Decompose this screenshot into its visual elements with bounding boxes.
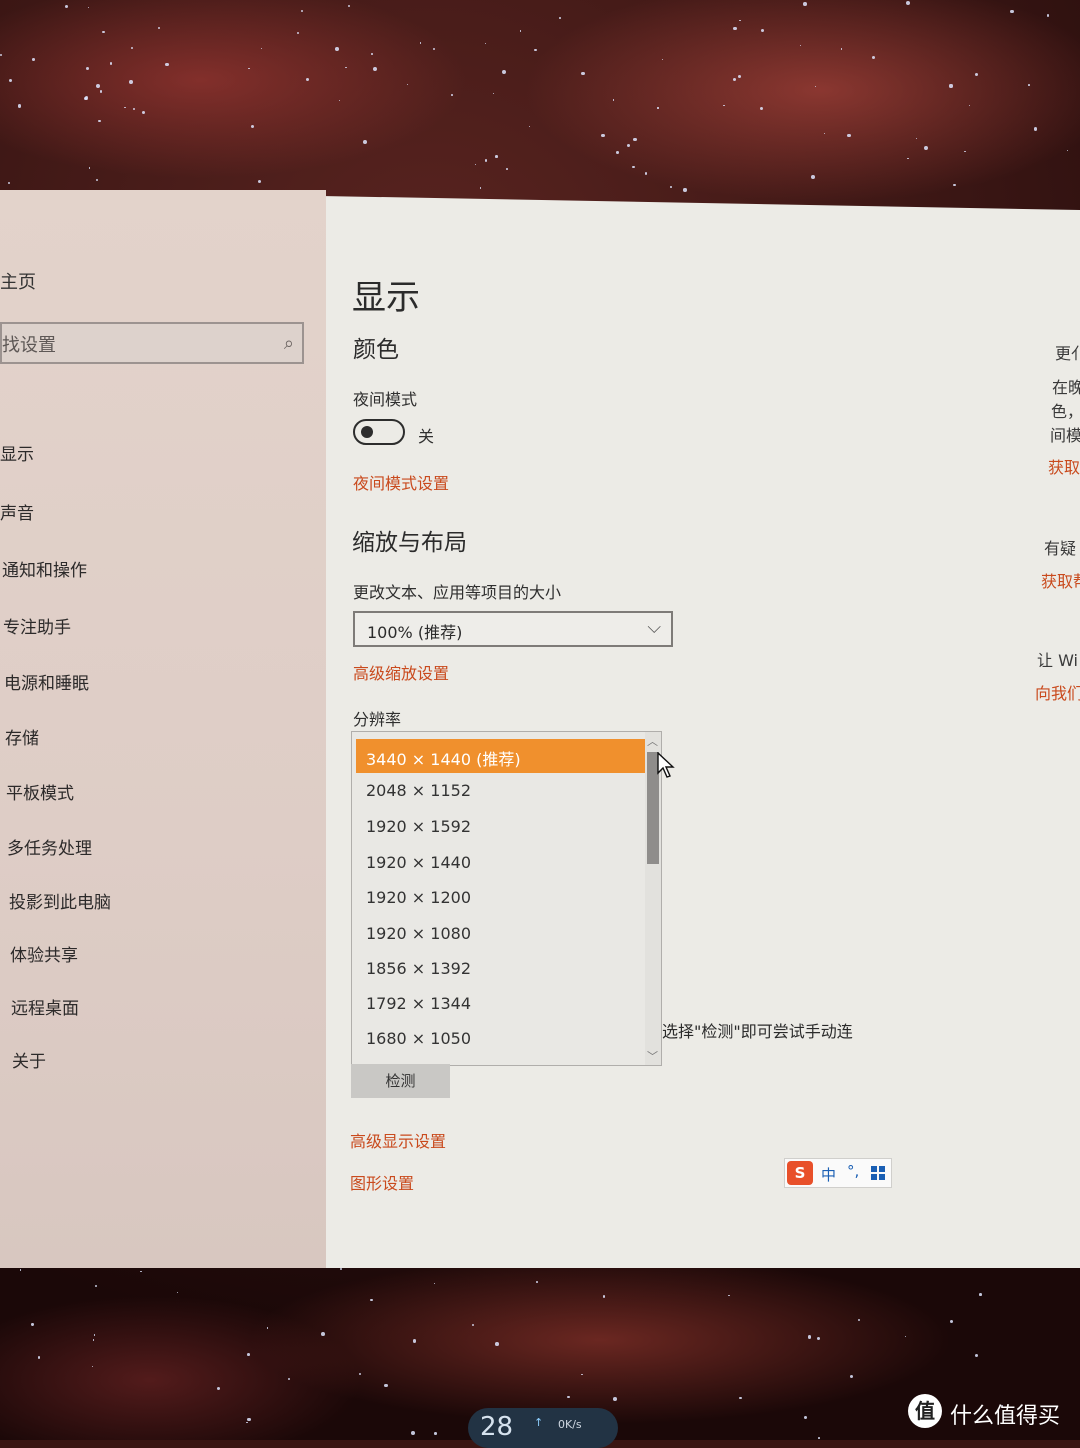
color-heading: 颜色 xyxy=(353,337,399,363)
sogou-logo-icon: S xyxy=(787,1161,813,1185)
sidebar-item-about[interactable]: 关于 xyxy=(12,1047,46,1072)
sidebar-item-multitasking[interactable]: 多任务处理 xyxy=(7,834,92,859)
watermark-text: 什么值得买 xyxy=(950,1404,1061,1429)
scale-select[interactable]: 100% (推荐) ⌵ xyxy=(353,611,673,647)
system-monitor-widget: 28 ↑ 0K/s xyxy=(468,1408,618,1448)
upload-arrow-icon: ↑ xyxy=(534,1416,544,1429)
resolution-option[interactable]: 1920 × 1440 xyxy=(356,846,650,880)
scale-label: 更改文本、应用等项目的大小 xyxy=(353,583,562,602)
feedback-link[interactable]: 向我们 xyxy=(1035,680,1080,704)
resolution-option[interactable]: 2048 × 1152 xyxy=(356,774,650,808)
sidebar-item-project-to-pc[interactable]: 投影到此电脑 xyxy=(9,888,111,913)
detect-hint-text: 选择"检测"即可尝试手动连 xyxy=(662,1022,853,1041)
mouse-cursor-icon xyxy=(657,752,675,778)
resolution-option[interactable]: 3440 × 1440 (推荐) xyxy=(356,739,650,773)
sidebar-home[interactable]: 主页 xyxy=(0,268,36,294)
related-settings-heading: 更亻 xyxy=(1055,344,1080,363)
resolution-label: 分辨率 xyxy=(353,710,402,729)
right-panel-link[interactable]: 获取 xyxy=(1048,454,1080,478)
sidebar-item-tablet-mode[interactable]: 平板模式 xyxy=(6,779,74,804)
ime-punctuation[interactable]: °, xyxy=(847,1162,859,1180)
search-icon: ⌕ xyxy=(283,333,294,354)
sidebar-item-shared-experiences[interactable]: 体验共享 xyxy=(10,941,78,966)
resolution-option[interactable]: 1920 × 1200 xyxy=(356,881,650,915)
advanced-display-settings-link[interactable]: 高级显示设置 xyxy=(350,1128,446,1152)
questions-heading: 有疑 xyxy=(1044,539,1077,558)
sidebar-item-storage[interactable]: 存储 xyxy=(5,724,39,749)
ime-toolbar[interactable]: S 中 °, xyxy=(784,1158,892,1188)
resolution-option[interactable]: 1920 × 1080 xyxy=(356,917,650,951)
graphics-settings-link[interactable]: 图形设置 xyxy=(350,1170,414,1194)
resolution-option[interactable]: 1680 × 1050 xyxy=(356,1022,650,1056)
advanced-scaling-link[interactable]: 高级缩放设置 xyxy=(353,660,449,684)
resolution-dropdown-list[interactable]: 3440 × 1440 (推荐) 2048 × 1152 1920 × 1592… xyxy=(351,731,662,1066)
sidebar-item-sound[interactable]: 声音 xyxy=(0,499,34,524)
get-help-link[interactable]: 获取帮 xyxy=(1041,568,1080,592)
toggle-knob xyxy=(361,426,373,438)
watermark: 值 什么值得买 xyxy=(908,1394,1068,1430)
chevron-down-icon[interactable]: ﹀ xyxy=(647,1048,658,1064)
night-mode-toggle[interactable] xyxy=(353,419,405,445)
resolution-option[interactable]: 1792 × 1344 xyxy=(356,987,650,1021)
ime-mode-label[interactable]: 中 xyxy=(821,1164,836,1185)
page-title: 显示 xyxy=(352,278,420,318)
right-panel-text: 间模 xyxy=(1050,426,1080,445)
chevron-up-icon[interactable]: ︿ xyxy=(647,733,658,749)
improve-windows-heading: 让 Wi xyxy=(1037,651,1079,670)
sidebar-item-remote-desktop[interactable]: 远程桌面 xyxy=(11,994,79,1019)
scale-layout-heading: 缩放与布局 xyxy=(352,530,467,556)
temperature-value: 28 xyxy=(480,1412,514,1442)
settings-search-input[interactable]: 找设置 ⌕ xyxy=(0,322,304,364)
right-panel-text: 色， xyxy=(1051,402,1080,421)
sidebar-item-notifications[interactable]: 通知和操作 xyxy=(2,556,87,581)
search-placeholder: 找设置 xyxy=(2,335,56,356)
night-mode-label: 夜间模式 xyxy=(353,390,418,409)
watermark-logo-icon: 值 xyxy=(908,1394,942,1428)
detect-button[interactable]: 检测 xyxy=(351,1064,450,1098)
sidebar-item-display[interactable]: 显示 xyxy=(0,440,34,465)
night-mode-settings-link[interactable]: 夜间模式设置 xyxy=(353,470,449,494)
night-mode-state: 关 xyxy=(418,427,435,446)
chevron-down-icon: ⌵ xyxy=(647,617,661,638)
resolution-option[interactable]: 1856 × 1392 xyxy=(356,952,650,986)
resolution-option[interactable]: 1920 × 1592 xyxy=(356,810,650,844)
sidebar-item-focus-assist[interactable]: 专注助手 xyxy=(3,613,71,638)
network-speed: 0K/s xyxy=(558,1418,582,1431)
ime-menu-icon[interactable] xyxy=(871,1166,885,1180)
scale-value: 100% (推荐) xyxy=(367,623,463,642)
dropdown-scrollbar[interactable]: ︿ ﹀ xyxy=(645,732,661,1065)
right-panel-text: 在晚 xyxy=(1052,378,1080,397)
sidebar-item-power-sleep[interactable]: 电源和睡眠 xyxy=(4,669,89,694)
